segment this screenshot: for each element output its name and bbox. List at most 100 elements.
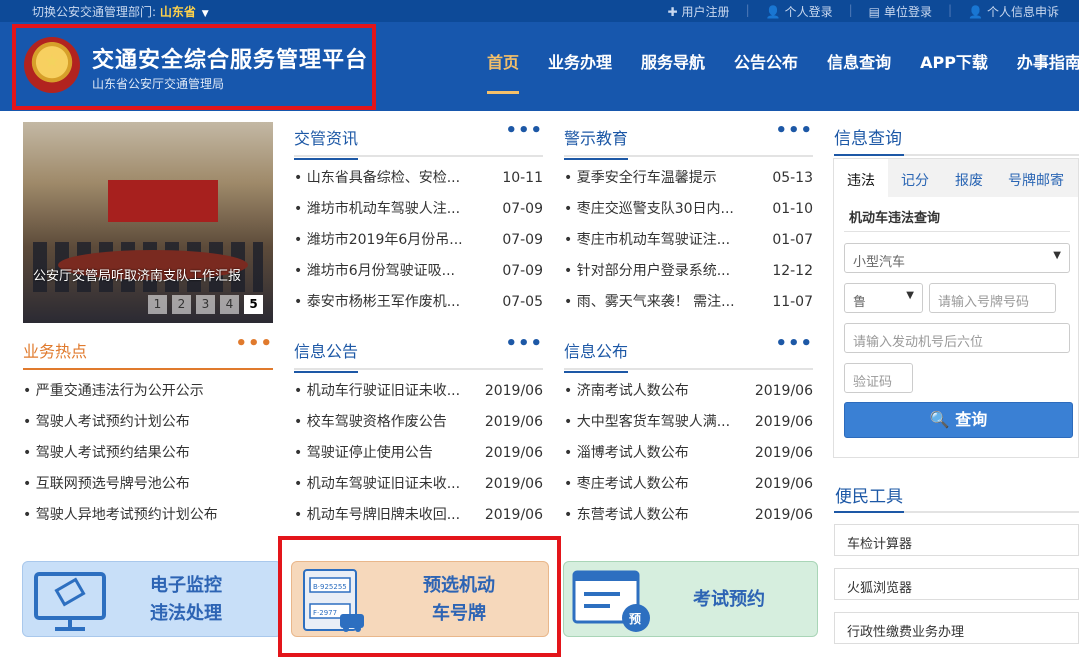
list-item[interactable]: 机动车号牌旧牌未收回... 2019/06 bbox=[294, 500, 543, 531]
list-item-title: 机动车行驶证旧证未收... bbox=[294, 376, 460, 407]
vehicle-type-select[interactable]: 小型汽车 ▼ bbox=[844, 243, 1070, 273]
unit-login-label: 单位登录 bbox=[883, 5, 932, 19]
divider: | bbox=[848, 3, 853, 17]
list-item-title: 泰安市杨彬王军作废机... bbox=[294, 287, 460, 318]
list-item[interactable]: 枣庄市机动车驾驶证注... 01-07 bbox=[564, 225, 813, 256]
appeal-link[interactable]: 👤 个人信息申诉 bbox=[968, 3, 1059, 20]
list-item-title: 机动车号牌旧牌未收回... bbox=[294, 500, 460, 531]
slider-page-2[interactable]: 2 bbox=[172, 295, 191, 314]
list-item[interactable]: 机动车行驶证旧证未收... 2019/06 bbox=[294, 376, 543, 407]
list-item[interactable]: 雨、雾天气来袭！ 需注... 11-07 bbox=[564, 287, 813, 318]
list-item-title: 雨、雾天气来袭！ 需注... bbox=[564, 287, 735, 318]
user-icon: 👤 bbox=[765, 4, 781, 19]
tab-points[interactable]: 记分 bbox=[888, 159, 942, 197]
list-item[interactable]: 潍坊市机动车驾驶人注... 07-09 bbox=[294, 194, 543, 225]
personal-login-link[interactable]: 👤 个人登录 bbox=[766, 3, 833, 20]
list-item[interactable]: 泰安市杨彬王军作废机... 07-05 bbox=[294, 287, 543, 318]
unit-login-link[interactable]: ▤ 单位登录 bbox=[869, 3, 932, 20]
register-link[interactable]: ✚ 用户注册 bbox=[667, 3, 729, 20]
list-item[interactable]: 淄博考试人数公布 2019/06 bbox=[564, 438, 813, 469]
list-item-title: 驾驶人考试预约计划公布 bbox=[23, 407, 190, 438]
hot-section: 业务热点 ••• 严重交通违法行为公开公示 驾驶人考试预约计划公布 驾驶人考试预… bbox=[23, 333, 273, 531]
news-section-title[interactable]: 交管资讯 bbox=[294, 125, 359, 160]
notice-section-header: 信息公告 ••• bbox=[294, 333, 543, 373]
divider bbox=[844, 231, 1070, 232]
list-item-title: 驾驶证停止使用公告 bbox=[294, 438, 433, 469]
captcha-input[interactable]: 验证码 bbox=[844, 363, 913, 393]
query-button[interactable]: 🔍 查询 bbox=[844, 402, 1073, 438]
list-item[interactable]: 机动车驾驶证旧证未收... 2019/06 bbox=[294, 469, 543, 500]
slider-page-1[interactable]: 1 bbox=[148, 295, 167, 314]
list-item[interactable]: 驾驶人异地考试预约计划公布 bbox=[23, 500, 273, 531]
list-item[interactable]: 枣庄考试人数公布 2019/06 bbox=[564, 469, 813, 500]
plate-number-input[interactable]: 请输入号牌号码 bbox=[929, 283, 1056, 313]
list-item[interactable]: 潍坊市6月份驾驶证吸... 07-09 bbox=[294, 256, 543, 287]
tool-item-firefox[interactable]: 火狐浏览器 bbox=[834, 568, 1079, 600]
list-item-date: 2019/06 bbox=[484, 476, 543, 492]
nav-home[interactable]: 首页 bbox=[470, 22, 531, 111]
publish-list: 济南考试人数公布 2019/06 大中型客货车驾驶人满... 2019/06 淄博考… bbox=[564, 376, 813, 531]
list-item[interactable]: 针对部分用户登录系统... 12-12 bbox=[564, 256, 813, 287]
nav-guide[interactable]: 办事指南 bbox=[1000, 22, 1079, 111]
more-icon[interactable]: ••• bbox=[775, 333, 813, 354]
e-monitor-service-button[interactable]: 电子监控 违法处理 bbox=[22, 561, 282, 637]
tab-plate-mail[interactable]: 号牌邮寄 bbox=[996, 159, 1076, 197]
list-item-date: 2019/06 bbox=[484, 414, 543, 430]
tool-item-car-inspection-calculator[interactable]: 车检计算器 bbox=[834, 524, 1079, 556]
list-item-title: 潍坊市6月份驾驶证吸... bbox=[294, 256, 455, 287]
list-item[interactable]: 枣庄交巡警支队30日内... 01-10 bbox=[564, 194, 813, 225]
more-icon[interactable]: ••• bbox=[505, 120, 543, 141]
news-slider[interactable]: 公安厅交管局听取济南支队工作汇报 1 2 3 4 5 bbox=[23, 122, 273, 323]
engine-number-input[interactable]: 请输入发动机号后六位 bbox=[844, 323, 1070, 353]
list-item[interactable]: 驾驶证停止使用公告 2019/06 bbox=[294, 438, 543, 469]
list-item[interactable]: 山东省具备综检、安检... 10-11 bbox=[294, 163, 543, 194]
account-links: ✚ 用户注册 | 👤 个人登录 | ▤ 单位登录 | 👤 个人信息申诉 bbox=[667, 3, 1059, 20]
list-item-date: 2019/06 bbox=[754, 476, 813, 492]
list-item-date: 07-09 bbox=[502, 201, 543, 217]
list-item[interactable]: 互联网预选号牌号池公布 bbox=[23, 469, 273, 500]
list-item-date: 2019/06 bbox=[484, 445, 543, 461]
personal-login-label: 个人登录 bbox=[784, 5, 833, 19]
list-item[interactable]: 大中型客货车驾驶人满... 2019/06 bbox=[564, 407, 813, 438]
list-item-date: 2019/06 bbox=[754, 383, 813, 399]
warning-section-title[interactable]: 警示教育 bbox=[564, 125, 629, 160]
e-monitor-service-label: 电子监控 违法处理 bbox=[131, 572, 241, 628]
list-item[interactable]: 驾驶人考试预约结果公布 bbox=[23, 438, 273, 469]
list-item-date: 07-09 bbox=[502, 232, 543, 248]
slider-page-5[interactable]: 5 bbox=[244, 295, 263, 314]
list-item-title: 夏季安全行车温馨提示 bbox=[564, 163, 717, 194]
info-query-title: 信息查询 bbox=[834, 129, 902, 149]
hot-section-title[interactable]: 业务热点 bbox=[23, 338, 87, 373]
tab-scrap[interactable]: 报废 bbox=[942, 159, 996, 197]
list-item[interactable]: 驾驶人考试预约计划公布 bbox=[23, 407, 273, 438]
nav-info-query[interactable]: 信息查询 bbox=[810, 22, 903, 111]
slider-page-4[interactable]: 4 bbox=[220, 295, 239, 314]
nav-app-download[interactable]: APP下载 bbox=[903, 22, 1000, 111]
tool-item-admin-fee[interactable]: 行政性缴费业务办理 bbox=[834, 612, 1079, 644]
list-item[interactable]: 夏季安全行车温馨提示 05-13 bbox=[564, 163, 813, 194]
province-prefix-select[interactable]: 鲁 ▼ bbox=[844, 283, 923, 313]
publish-section-title[interactable]: 信息公布 bbox=[564, 338, 629, 373]
list-item[interactable]: 严重交通违法行为公开公示 bbox=[23, 376, 273, 407]
plus-icon: ✚ bbox=[667, 4, 678, 19]
slider-caption[interactable]: 公安厅交管局听取济南支队工作汇报 bbox=[23, 265, 273, 284]
list-item-date: 2019/06 bbox=[484, 383, 543, 399]
nav-announcements[interactable]: 公告公布 bbox=[717, 22, 810, 111]
slider-page-3[interactable]: 3 bbox=[196, 295, 215, 314]
tab-violation[interactable]: 违法 bbox=[834, 159, 888, 197]
list-item[interactable]: 校车驾驶资格作废公告 2019/06 bbox=[294, 407, 543, 438]
list-item-title: 校车驾驶资格作废公告 bbox=[294, 407, 447, 438]
notice-section-title[interactable]: 信息公告 bbox=[294, 338, 359, 373]
warning-section: 警示教育 ••• 夏季安全行车温馨提示 05-13 枣庄交巡警支队30日内... 0… bbox=[564, 120, 813, 318]
more-icon[interactable]: ••• bbox=[505, 333, 543, 354]
list-item[interactable]: 东营考试人数公布 2019/06 bbox=[564, 500, 813, 531]
more-icon[interactable]: ••• bbox=[775, 120, 813, 141]
list-item[interactable]: 潍坊市2019年6月份吊... 07-09 bbox=[294, 225, 543, 256]
nav-business[interactable]: 业务办理 bbox=[531, 22, 624, 111]
more-icon[interactable]: ••• bbox=[235, 333, 273, 354]
department-switch[interactable]: 切换公安交通管理部门: 山东省 ▼ bbox=[32, 3, 209, 20]
exam-booking-service-button[interactable]: 预 考试预约 bbox=[563, 561, 818, 637]
province-selector[interactable]: 山东省 bbox=[160, 5, 196, 19]
list-item[interactable]: 济南考试人数公布 2019/06 bbox=[564, 376, 813, 407]
nav-service-guide[interactable]: 服务导航 bbox=[624, 22, 717, 111]
